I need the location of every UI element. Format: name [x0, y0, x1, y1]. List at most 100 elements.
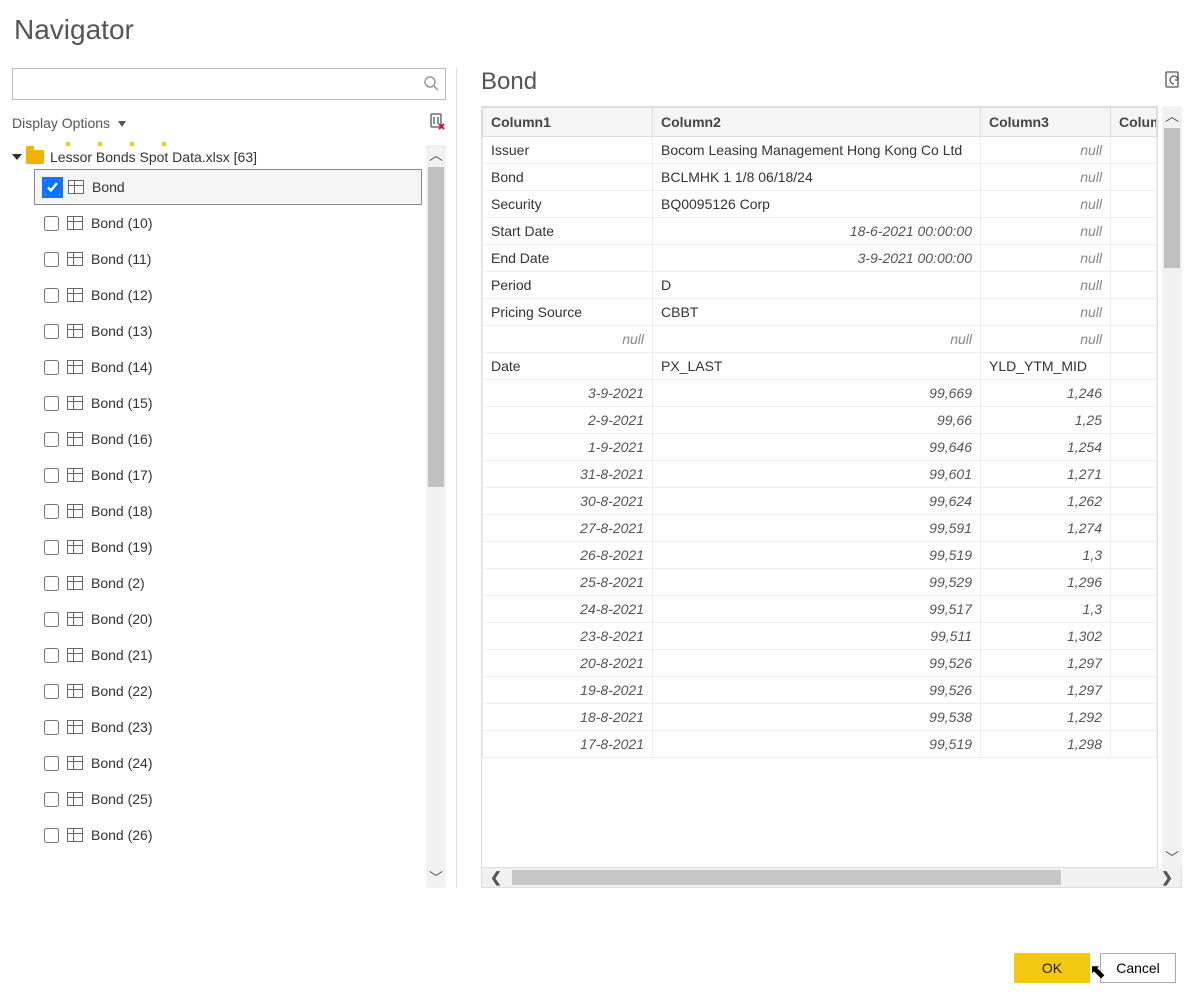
scroll-up-icon[interactable]: ︿	[426, 145, 446, 165]
tree-item[interactable]: Bond (22)	[34, 673, 422, 709]
tree-item-checkbox[interactable]	[45, 180, 60, 195]
tree-item-label: Bond (10)	[91, 215, 152, 231]
table-row[interactable]: 18-8-202199,5381,292	[483, 704, 1157, 731]
tree-item[interactable]: Bond (10)	[34, 205, 422, 241]
tree-item-label: Bond (26)	[91, 827, 152, 843]
cell	[1111, 569, 1157, 596]
cell	[1111, 731, 1157, 758]
tree-item[interactable]: Bond (13)	[34, 313, 422, 349]
tree-item[interactable]: Bond (16)	[34, 421, 422, 457]
tree-item-checkbox[interactable]	[44, 576, 59, 591]
table-icon	[67, 468, 83, 482]
folder-icon	[26, 150, 44, 164]
tree-item-checkbox[interactable]	[44, 540, 59, 555]
expand-collapse-icon[interactable]	[12, 154, 22, 160]
tree-item-checkbox[interactable]	[44, 504, 59, 519]
tree-item[interactable]: Bond (23)	[34, 709, 422, 745]
tree-item-checkbox[interactable]	[44, 252, 59, 267]
tree-item[interactable]: Bond (11)	[34, 241, 422, 277]
table-row[interactable]: 3-9-202199,6691,246	[483, 380, 1157, 407]
tree-item-checkbox[interactable]	[44, 648, 59, 663]
tree-item-checkbox[interactable]	[44, 396, 59, 411]
tree-item-checkbox[interactable]	[44, 468, 59, 483]
tree-item[interactable]: Bond (20)	[34, 601, 422, 637]
ok-button[interactable]: OK	[1014, 953, 1090, 983]
table-row[interactable]: 23-8-202199,5111,302	[483, 623, 1157, 650]
column-header[interactable]: Column2	[653, 108, 981, 137]
table-row[interactable]: Pricing SourceCBBTnull	[483, 299, 1157, 326]
tree-item[interactable]: Bond (19)	[34, 529, 422, 565]
tree-item[interactable]: Bond (21)	[34, 637, 422, 673]
table-row[interactable]: End Date3-9-2021 00:00:00null	[483, 245, 1157, 272]
tree-item-checkbox[interactable]	[44, 612, 59, 627]
tree-item-checkbox[interactable]	[44, 828, 59, 843]
table-row[interactable]: 27-8-202199,5911,274	[483, 515, 1157, 542]
tree-item-checkbox[interactable]	[44, 792, 59, 807]
table-row[interactable]: DatePX_LASTYLD_YTM_MID	[483, 353, 1157, 380]
clear-cache-icon[interactable]	[428, 112, 446, 133]
column-header[interactable]: Column3	[981, 108, 1111, 137]
table-row[interactable]: 19-8-202199,5261,297	[483, 677, 1157, 704]
tree-item-checkbox[interactable]	[44, 720, 59, 735]
search-box[interactable]	[12, 68, 446, 100]
tree-root[interactable]: Lessor Bonds Spot Data.xlsx [63]	[12, 145, 422, 169]
table-row[interactable]: 31-8-202199,6011,271	[483, 461, 1157, 488]
column-header[interactable]: Column4	[1111, 108, 1157, 137]
table-row[interactable]: SecurityBQ0095126 Corpnull	[483, 191, 1157, 218]
scrollbar-thumb[interactable]	[428, 167, 444, 487]
preview-horizontal-scrollbar[interactable]: ❮ ❯	[481, 868, 1182, 888]
tree-scrollbar[interactable]: ︿ ﹀	[426, 145, 446, 888]
tree-item-checkbox[interactable]	[44, 756, 59, 771]
tree-item[interactable]: Bond	[34, 169, 422, 205]
column-header[interactable]: Column1	[483, 108, 653, 137]
scrollbar-thumb[interactable]	[1164, 128, 1180, 268]
cancel-button[interactable]: Cancel	[1100, 953, 1176, 983]
tree-item-checkbox[interactable]	[44, 288, 59, 303]
cell: 99,511	[653, 623, 981, 650]
table-row[interactable]: BondBCLMHK 1 1/8 06/18/24null	[483, 164, 1157, 191]
scroll-up-icon[interactable]: ︿	[1162, 106, 1182, 126]
scroll-left-icon[interactable]: ❮	[482, 868, 510, 887]
scroll-down-icon[interactable]: ﹀	[426, 868, 446, 888]
cell: 2-9-2021	[483, 407, 653, 434]
cell: End Date	[483, 245, 653, 272]
tree-item-checkbox[interactable]	[44, 360, 59, 375]
scrollbar-thumb[interactable]	[512, 870, 1061, 885]
tree-item[interactable]: Bond (12)	[34, 277, 422, 313]
tree-item[interactable]: Bond (24)	[34, 745, 422, 781]
table-row[interactable]: 24-8-202199,5171,3	[483, 596, 1157, 623]
scroll-right-icon[interactable]: ❯	[1153, 868, 1181, 887]
table-row[interactable]: nullnullnull	[483, 326, 1157, 353]
search-input[interactable]	[21, 75, 423, 93]
table-icon	[67, 756, 83, 770]
cell	[1111, 137, 1157, 164]
tree-item-checkbox[interactable]	[44, 684, 59, 699]
tree-item[interactable]: Bond (26)	[34, 817, 422, 853]
tree-item-label: Bond (23)	[91, 719, 152, 735]
tree-item-checkbox[interactable]	[44, 216, 59, 231]
scroll-down-icon[interactable]: ﹀	[1162, 848, 1182, 868]
tree-item[interactable]: Bond (18)	[34, 493, 422, 529]
tree-item[interactable]: Bond (14)	[34, 349, 422, 385]
display-options-dropdown[interactable]: Display Options	[12, 115, 126, 131]
table-row[interactable]: 30-8-202199,6241,262	[483, 488, 1157, 515]
table-row[interactable]: 1-9-202199,6461,254	[483, 434, 1157, 461]
tree-item[interactable]: Bond (2)	[34, 565, 422, 601]
table-row[interactable]: IssuerBocom Leasing Management Hong Kong…	[483, 137, 1157, 164]
table-row[interactable]: 25-8-202199,5291,296	[483, 569, 1157, 596]
tree-item[interactable]: Bond (15)	[34, 385, 422, 421]
cell	[1111, 596, 1157, 623]
search-icon[interactable]	[423, 75, 439, 94]
tree-item-checkbox[interactable]	[44, 432, 59, 447]
table-row[interactable]: PeriodDnull	[483, 272, 1157, 299]
preview-vertical-scrollbar[interactable]: ︿ ﹀	[1162, 106, 1182, 868]
tree-item-checkbox[interactable]	[44, 324, 59, 339]
tree-item[interactable]: Bond (25)	[34, 781, 422, 817]
refresh-preview-icon[interactable]	[1164, 71, 1182, 94]
table-row[interactable]: 20-8-202199,5261,297	[483, 650, 1157, 677]
tree-item[interactable]: Bond (17)	[34, 457, 422, 493]
table-row[interactable]: 17-8-202199,5191,298	[483, 731, 1157, 758]
table-row[interactable]: 2-9-202199,661,25	[483, 407, 1157, 434]
table-row[interactable]: 26-8-202199,5191,3	[483, 542, 1157, 569]
table-row[interactable]: Start Date18-6-2021 00:00:00null	[483, 218, 1157, 245]
